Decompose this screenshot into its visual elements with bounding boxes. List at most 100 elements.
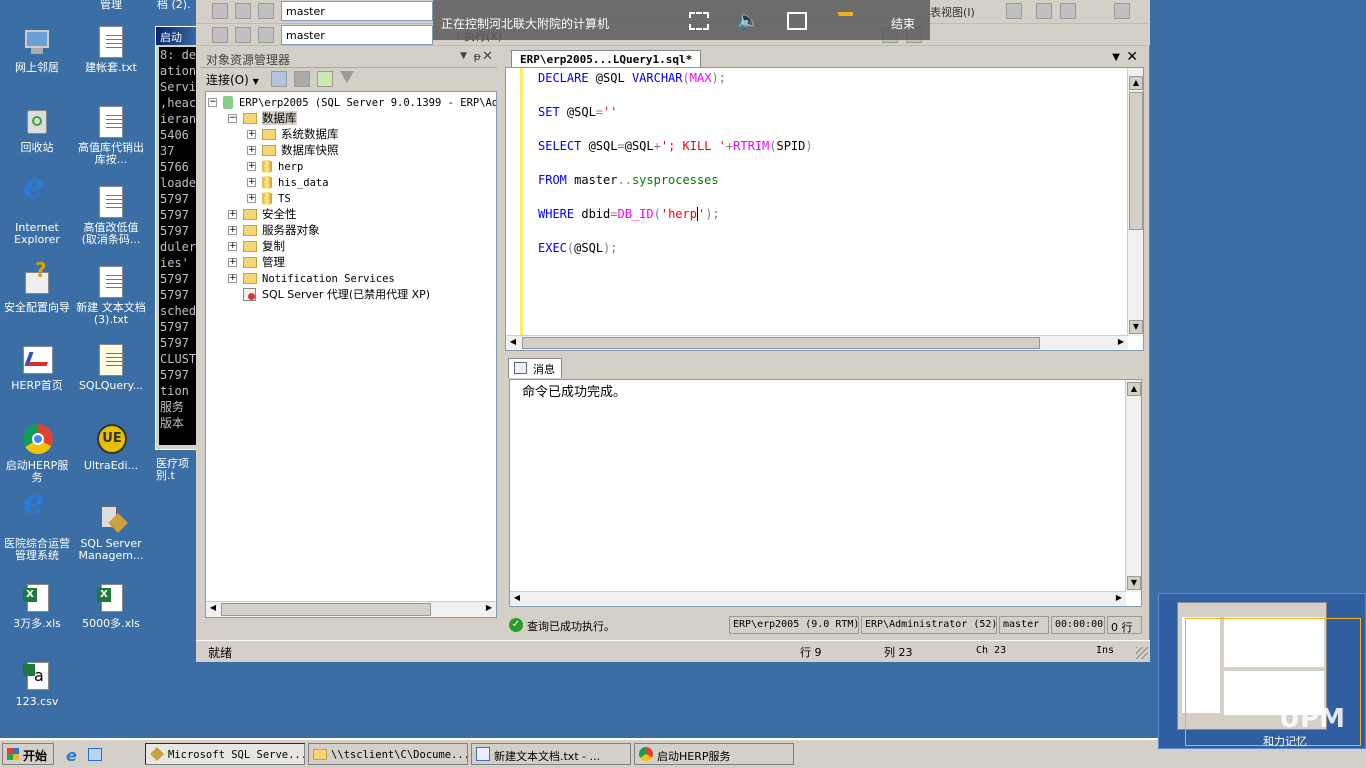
tree-node-server-objects[interactable]: + 服务器对象	[228, 222, 320, 238]
refresh-icon[interactable]	[317, 71, 333, 87]
database-combo[interactable]: master	[281, 1, 433, 21]
expand-icon[interactable]: +	[228, 242, 237, 251]
resize-grip-icon[interactable]	[1136, 647, 1148, 659]
quick-launch-desktop-icon[interactable]	[88, 748, 102, 761]
start-button[interactable]: 开始	[2, 743, 54, 765]
expand-icon[interactable]: +	[247, 162, 256, 171]
toolbar-button[interactable]	[212, 27, 228, 43]
scroll-left-icon[interactable]: ◀	[510, 592, 524, 606]
tree-node-db-herp[interactable]: + herp	[247, 158, 303, 174]
tree-node-snapshots[interactable]: + 数据库快照	[247, 142, 339, 158]
editor-v-scrollbar[interactable]: ▲ ▼	[1127, 68, 1143, 336]
tree-node-management[interactable]: + 管理	[228, 254, 285, 270]
toolbar-button[interactable]	[258, 3, 274, 19]
filter-icon[interactable]	[340, 71, 354, 83]
tree-node-security[interactable]: + 安全性	[228, 206, 297, 222]
scroll-left-icon[interactable]: ◀	[206, 602, 220, 616]
messages-tab[interactable]: 消息	[508, 358, 562, 378]
desktop-icon-file[interactable]: 建帐套.txt	[76, 26, 146, 74]
scroll-right-icon[interactable]: ▶	[1114, 336, 1128, 350]
toolbar-button[interactable]	[258, 27, 274, 43]
splitter[interactable]	[497, 48, 501, 638]
desktop-icon-ie[interactable]: e Internet Explorer	[2, 169, 72, 246]
desktop-icon-excel[interactable]: X 5000多.xls	[76, 582, 146, 630]
editor-h-scrollbar[interactable]: ◀ ▶	[506, 335, 1128, 350]
desktop-icon-hospital[interactable]: e 医院综合运营管理系统	[2, 485, 72, 562]
messages-h-scrollbar[interactable]: ◀ ▶	[510, 591, 1126, 606]
fullscreen-icon[interactable]	[689, 12, 709, 30]
desktop-icon-file[interactable]: 高值改低值(取消条码...	[76, 186, 146, 246]
dropdown-icon[interactable]: ▼	[460, 51, 467, 61]
expand-icon[interactable]: +	[247, 178, 256, 187]
database-combo[interactable]: master	[281, 25, 433, 45]
expand-icon[interactable]: +	[228, 274, 237, 283]
window-icon[interactable]	[787, 12, 807, 30]
desktop-icon-ultraedit[interactable]: UE UltraEdi...	[76, 424, 146, 472]
toolbar-button[interactable]	[235, 27, 251, 43]
collapse-icon[interactable]: −	[228, 114, 237, 123]
task-notepad[interactable]: 新建文本文档.txt - ...	[471, 743, 631, 765]
task-herp-service[interactable]: 启动HERP服务	[634, 743, 794, 765]
disconnect-icon[interactable]	[271, 71, 287, 87]
tree-node-system-databases[interactable]: + 系统数据库	[247, 126, 339, 142]
view-menu[interactable]: 表视图(I)	[930, 4, 975, 20]
sound-icon[interactable]: 🔈	[737, 10, 759, 31]
desktop-icon-network[interactable]: 网上邻居	[2, 26, 72, 74]
pin-toolbar-icon[interactable]	[837, 12, 853, 28]
tab-dropdown-icon[interactable]: ▼	[1112, 52, 1120, 63]
expand-icon[interactable]: +	[228, 226, 237, 235]
toolbar-button[interactable]	[235, 3, 251, 19]
tree-node-notification[interactable]: + Notification Services	[228, 270, 395, 286]
stop-icon[interactable]	[294, 71, 310, 87]
toolbar-button[interactable]	[1114, 3, 1130, 19]
collapse-icon[interactable]: −	[208, 98, 217, 107]
desktop-icon-file[interactable]: 新建 文本文档 (3).txt	[76, 266, 146, 326]
expand-icon[interactable]: +	[228, 210, 237, 219]
tree-node-replication[interactable]: + 复制	[228, 238, 285, 254]
scroll-right-icon[interactable]: ▶	[1112, 592, 1126, 606]
expand-icon[interactable]: +	[247, 130, 256, 139]
tree-h-scrollbar[interactable]: ◀ ▶	[206, 601, 496, 617]
expand-icon[interactable]: +	[228, 258, 237, 267]
desktop-icon-security-wizard[interactable]: ? 安全配置向导	[2, 260, 72, 314]
close-icon[interactable]: ✕	[482, 49, 493, 64]
scroll-down-icon[interactable]: ▼	[1129, 320, 1143, 334]
end-session-button[interactable]: 结束	[891, 15, 915, 32]
scroll-up-icon[interactable]: ▲	[1129, 76, 1143, 90]
editor-tab[interactable]: ERP\erp2005...LQuery1.sql*	[511, 50, 702, 67]
tab-close-icon[interactable]: ✕	[1126, 49, 1138, 65]
desktop-icon-excel[interactable]: X 3万多.xls	[2, 582, 72, 630]
expand-icon[interactable]: +	[247, 146, 256, 155]
tree-node-db-his[interactable]: + his_data	[247, 174, 329, 190]
toolbar-button[interactable]	[1060, 3, 1076, 19]
messages-v-scrollbar[interactable]: ▲ ▼	[1125, 380, 1141, 592]
expand-icon[interactable]: +	[247, 194, 256, 203]
desktop-icon-csv[interactable]: a 123.csv	[2, 660, 72, 708]
desktop-icon-file[interactable]: 高值库代销出库按...	[76, 106, 146, 166]
toolbar-button[interactable]	[212, 3, 228, 19]
desktop-icon-herp[interactable]: HERP首页	[2, 344, 72, 392]
console-titlebar[interactable]: 启动	[156, 27, 199, 45]
scroll-left-icon[interactable]: ◀	[506, 336, 520, 350]
scroll-right-icon[interactable]: ▶	[482, 602, 496, 616]
toolbar-button[interactable]	[1036, 3, 1052, 19]
tree-node-db-ts[interactable]: + TS	[247, 190, 291, 206]
desktop-icon-label-partial[interactable]: 医疗项别.t	[156, 458, 196, 482]
tree-node-server[interactable]: − ERP\erp2005 (SQL Server 9.0.1399 - ERP\…	[208, 94, 496, 110]
scroll-thumb[interactable]	[221, 603, 431, 616]
tree-node-databases[interactable]: − 数据库	[228, 110, 297, 126]
scroll-thumb[interactable]	[1129, 92, 1143, 230]
quick-launch-ie-icon[interactable]: e	[66, 746, 77, 765]
scroll-down-icon[interactable]: ▼	[1127, 576, 1141, 590]
desktop-icon-ssms[interactable]: SQL Server Managem...	[76, 502, 146, 562]
scroll-up-icon[interactable]: ▲	[1127, 382, 1141, 396]
tree-node-agent[interactable]: SQL Server 代理(已禁用代理 XP)	[243, 286, 430, 302]
console-window[interactable]: 启动 8: de ation Servi ,heac ieran 5406 37…	[155, 26, 200, 450]
desktop-icon-herp-service[interactable]: 启动HERP服务	[2, 424, 72, 484]
desktop-icon-sqlquery[interactable]: SQLQuery...	[76, 344, 146, 392]
connect-button[interactable]: 连接(O) ▼	[206, 71, 259, 88]
sql-editor[interactable]: DECLARE @SQL VARCHAR(MAX); SET @SQL='' S…	[505, 67, 1144, 351]
task-ssms[interactable]: Microsoft SQL Serve...	[145, 743, 305, 765]
scroll-thumb[interactable]	[522, 337, 1040, 349]
ssms-window[interactable]: master 表视图(I) master ! 执行(X) 对象资源管理器 ▼ ᵽ…	[196, 0, 1150, 662]
